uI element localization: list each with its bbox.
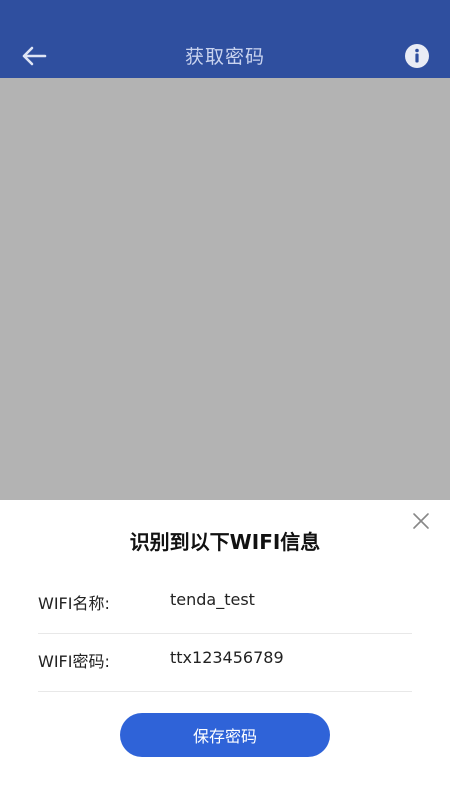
wifi-name-row: WIFI名称: tenda_test xyxy=(38,580,412,634)
page-title: 获取密码 xyxy=(184,46,265,68)
info-button[interactable] xyxy=(404,43,430,69)
save-password-button[interactable]: 保存密码 xyxy=(120,713,330,757)
camera-preview xyxy=(0,78,450,500)
wifi-name-label: WIFI名称: xyxy=(38,594,110,613)
wifi-password-label: WIFI密码: xyxy=(38,652,110,671)
app-header: 获取密码 xyxy=(0,0,450,78)
sheet-title: 识别到以下WIFI信息 xyxy=(129,530,321,554)
info-icon xyxy=(405,44,429,68)
wifi-password-row: WIFI密码: ttx123456789 xyxy=(38,638,412,692)
wifi-info-sheet: 识别到以下WIFI信息 WIFI名称: tenda_test WIFI密码: t… xyxy=(0,500,450,800)
wifi-password-value: ttx123456789 xyxy=(170,648,284,667)
wifi-name-value: tenda_test xyxy=(170,590,255,609)
